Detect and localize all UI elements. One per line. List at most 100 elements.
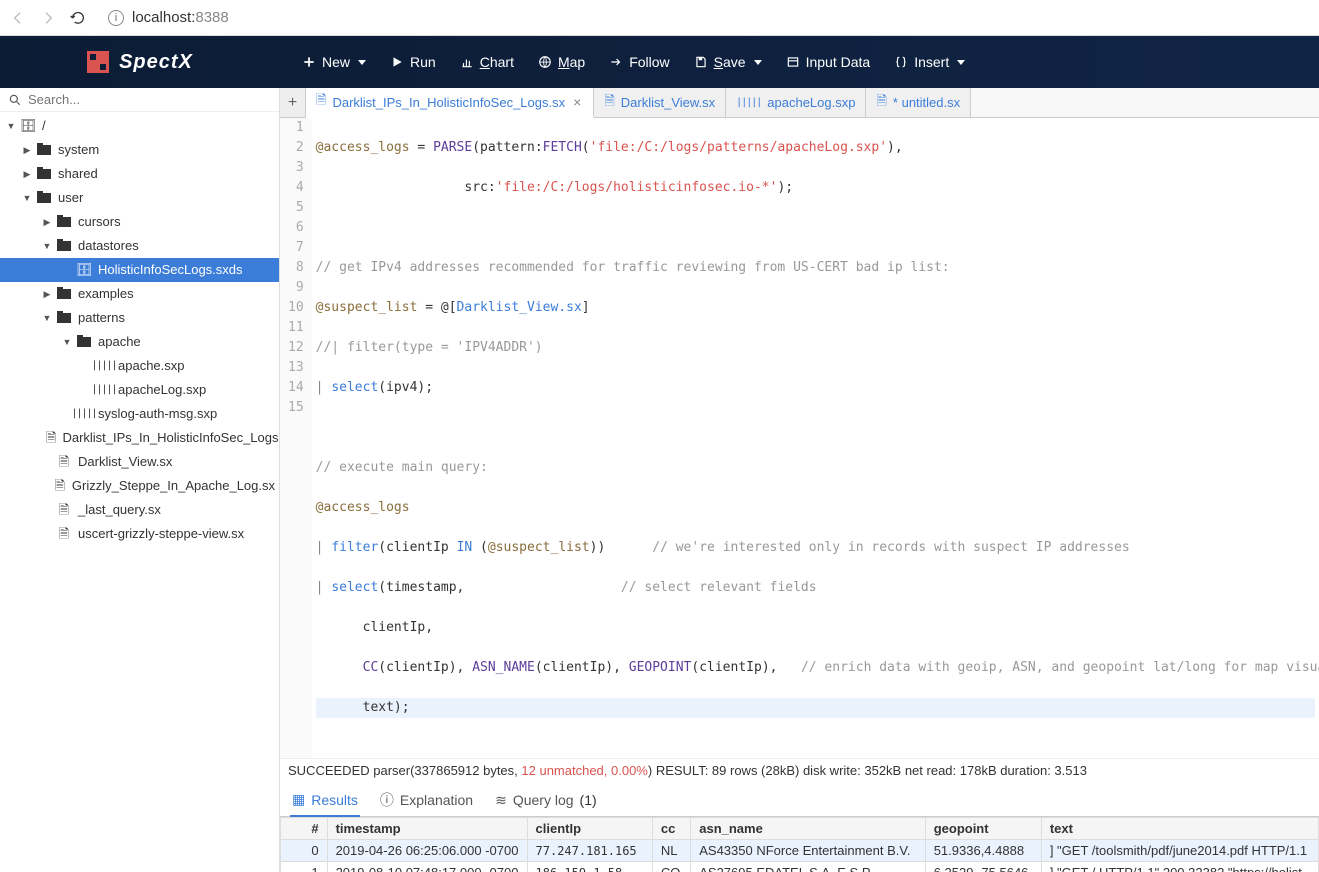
- tree-file-last-query[interactable]: 🗎_last_query.sx: [0, 498, 279, 522]
- chevron-down-icon: [358, 60, 366, 65]
- col-index[interactable]: #: [281, 818, 328, 840]
- toolbar: New Run Chart Map Follow Save Input Data: [280, 48, 975, 76]
- tab-darklist-ips[interactable]: 🗎Darklist_IPs_In_HolisticInfoSec_Logs.sx…: [306, 88, 594, 118]
- folder-icon: [57, 289, 71, 299]
- cell-timestamp: 2019-08-10 07:48:17.000 -0700: [327, 862, 527, 872]
- tab-add-button[interactable]: +: [280, 88, 306, 117]
- code-body[interactable]: @access_logs = PARSE(pattern:FETCH('file…: [312, 118, 1319, 758]
- chart-icon: [460, 55, 474, 69]
- tree-file-darklist-ips[interactable]: 🗎Darklist_IPs_In_HolisticInfoSec_Logs.sx: [0, 426, 279, 450]
- tree-examples[interactable]: ▶examples: [0, 282, 279, 306]
- tree-root[interactable]: ▼🗄/: [0, 114, 279, 138]
- info-icon: ⓘ: [380, 790, 394, 810]
- tree-file-grizzly[interactable]: 🗎Grizzly_Steppe_In_Apache_Log.sx: [0, 474, 279, 498]
- tab-querylog[interactable]: ≋Query log (1): [493, 786, 599, 816]
- tree-file-darklist-view[interactable]: 🗎Darklist_View.sx: [0, 450, 279, 474]
- browser-bar: i localhost:8388: [0, 0, 1319, 36]
- table-icon: ▦: [292, 791, 305, 808]
- folder-icon: [57, 241, 71, 251]
- address-bar[interactable]: i localhost:8388: [100, 7, 1309, 28]
- folder-icon: [57, 313, 71, 323]
- tree-system[interactable]: ▶system: [0, 138, 279, 162]
- col-asn[interactable]: asn_name: [691, 818, 925, 840]
- tree-file-apachelog-sxp[interactable]: |||||apacheLog.sxp: [0, 378, 279, 402]
- run-button[interactable]: Run: [380, 48, 446, 76]
- content: + 🗎Darklist_IPs_In_HolisticInfoSec_Logs.…: [280, 88, 1319, 872]
- folder-icon: [37, 145, 51, 155]
- tree-file-holistic[interactable]: 🗄HolisticInfoSecLogs.sxds: [0, 258, 279, 282]
- site-info-icon[interactable]: i: [108, 10, 124, 26]
- query-icon: 🗎: [56, 527, 72, 541]
- new-button[interactable]: New: [292, 48, 376, 76]
- code-editor[interactable]: 12345 678910 1112131415 @access_logs = P…: [280, 118, 1319, 758]
- cell-cc: CO: [652, 862, 690, 872]
- tab-untitled[interactable]: 🗎* untitled.sx: [866, 88, 971, 117]
- chevron-down-icon: [957, 60, 965, 65]
- tree-file-uscert[interactable]: 🗎uscert-grizzly-steppe-view.sx: [0, 522, 279, 546]
- logo-icon: [87, 51, 109, 73]
- tree-user[interactable]: ▼user: [0, 186, 279, 210]
- tree-file-apache-sxp[interactable]: |||||apache.sxp: [0, 354, 279, 378]
- chevron-down-icon: [754, 60, 762, 65]
- col-text[interactable]: text: [1041, 818, 1318, 840]
- tab-explanation[interactable]: ⓘExplanation: [378, 786, 475, 816]
- tree-cursors[interactable]: ▶cursors: [0, 210, 279, 234]
- cell-asn: AS27695 EDATEL S.A. E.S.P: [691, 862, 925, 872]
- tab-apachelog[interactable]: |||||apacheLog.sxp: [726, 88, 866, 117]
- cell-cc: NL: [652, 840, 690, 862]
- tab-results[interactable]: ▦Results: [290, 786, 360, 817]
- table-row[interactable]: 12019-08-10 07:48:17.000 -0700186.159.1.…: [281, 862, 1319, 872]
- gutter: 12345 678910 1112131415: [280, 118, 312, 758]
- cell-text: ] "GET /toolsmith/pdf/june2014.pdf HTTP/…: [1041, 840, 1318, 862]
- cell-geopoint: 6.2529,-75.5646: [925, 862, 1041, 872]
- col-geopoint[interactable]: geopoint: [925, 818, 1041, 840]
- cell-text: ] "GET / HTTP/1.1" 200 32382 "https://ho…: [1041, 862, 1318, 872]
- editor-tabs: + 🗎Darklist_IPs_In_HolisticInfoSec_Logs.…: [280, 88, 1319, 118]
- results-table: # timestamp clientIp cc asn_name geopoin…: [280, 817, 1319, 872]
- insert-button[interactable]: Insert: [884, 48, 975, 76]
- cell-geopoint: 51.9336,4.4888: [925, 840, 1041, 862]
- tree-datastores[interactable]: ▼datastores: [0, 234, 279, 258]
- back-icon[interactable]: [10, 10, 26, 26]
- tree-shared[interactable]: ▶shared: [0, 162, 279, 186]
- col-clientip[interactable]: clientIp: [527, 818, 652, 840]
- cell-clientip: 186.159.1.58: [527, 862, 652, 872]
- tree-file-syslog[interactable]: |||||syslog-auth-msg.sxp: [0, 402, 279, 426]
- tab-darklist-view[interactable]: 🗎Darklist_View.sx: [594, 88, 726, 117]
- forward-icon[interactable]: [40, 10, 56, 26]
- folder-icon: [37, 193, 51, 203]
- save-button[interactable]: Save: [684, 48, 772, 76]
- arrow-right-icon: [609, 55, 623, 69]
- search-input[interactable]: [28, 92, 271, 107]
- tree-patterns[interactable]: ▼patterns: [0, 306, 279, 330]
- search-row: [0, 88, 279, 112]
- pattern-icon: |||||: [736, 97, 761, 108]
- cell-index: 1: [281, 862, 328, 872]
- query-icon: 🗎: [316, 91, 326, 113]
- map-button[interactable]: Map: [528, 48, 595, 76]
- status-bar: SUCCEEDED parser(337865912 bytes, 12 unm…: [280, 758, 1319, 782]
- query-icon: 🗎: [46, 431, 56, 445]
- results-table-wrap[interactable]: # timestamp clientIp cc asn_name geopoin…: [280, 817, 1319, 872]
- cell-clientip: 77.247.181.165: [527, 840, 652, 862]
- logo[interactable]: SpectX: [0, 51, 280, 74]
- table-row[interactable]: 02019-04-26 06:25:06.000 -070077.247.181…: [281, 840, 1319, 862]
- pattern-icon: |||||: [96, 359, 112, 373]
- col-timestamp[interactable]: timestamp: [327, 818, 527, 840]
- result-tabs: ▦Results ⓘExplanation ≋Query log (1): [280, 782, 1319, 817]
- query-icon: 🗎: [56, 455, 72, 469]
- reload-icon[interactable]: [70, 10, 86, 26]
- log-icon: ≋: [495, 792, 507, 809]
- cell-asn: AS43350 NForce Entertainment B.V.: [691, 840, 925, 862]
- col-cc[interactable]: cc: [652, 818, 690, 840]
- pattern-icon: |||||: [76, 407, 92, 421]
- follow-button[interactable]: Follow: [599, 48, 679, 76]
- chart-button[interactable]: Chart: [450, 48, 524, 76]
- globe-icon: [538, 55, 552, 69]
- close-icon[interactable]: ×: [571, 94, 583, 110]
- folder-icon: [77, 337, 91, 347]
- cell-index: 0: [281, 840, 328, 862]
- tree-apache[interactable]: ▼apache: [0, 330, 279, 354]
- braces-icon: [894, 55, 908, 69]
- input-data-button[interactable]: Input Data: [776, 48, 881, 76]
